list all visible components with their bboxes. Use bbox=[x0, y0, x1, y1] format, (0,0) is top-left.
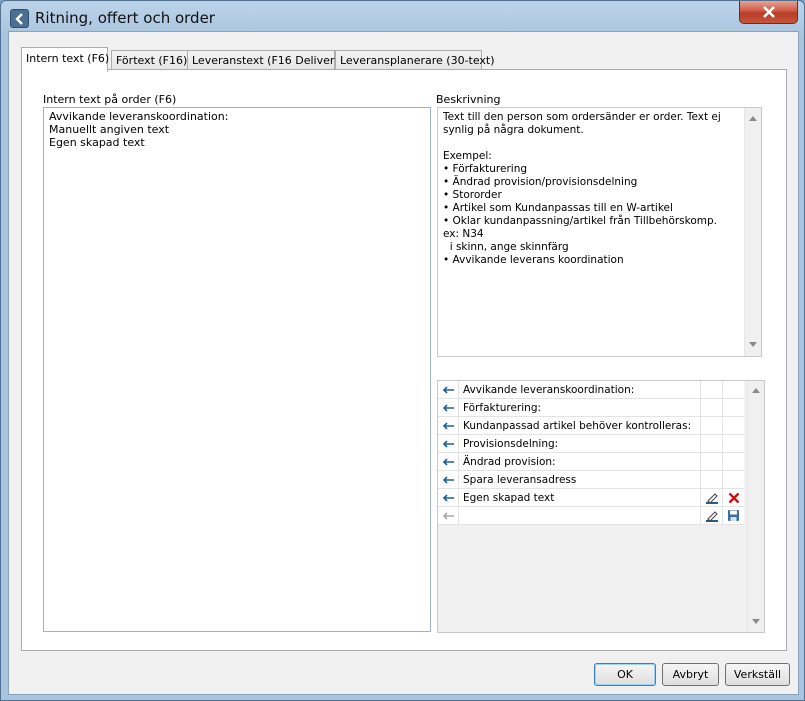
insert-arrow-icon[interactable] bbox=[438, 471, 459, 488]
internal-text-line: Avvikande leveranskoordination: bbox=[49, 110, 229, 123]
grid-cell bbox=[700, 453, 722, 470]
snippet-grid: Avvikande leveranskoordination: Förfaktu… bbox=[437, 380, 765, 633]
tab-panel-intern-text: Intern text på order (F6) Avvikande leve… bbox=[21, 69, 787, 651]
internal-text-line: Egen skapad text bbox=[49, 136, 145, 149]
grid-cell bbox=[722, 453, 744, 470]
snippet-new-row[interactable] bbox=[438, 507, 744, 525]
grid-cell bbox=[722, 399, 744, 416]
scroll-down-icon[interactable] bbox=[752, 619, 760, 624]
tab-leveranstext[interactable]: Leveranstext (F16 Delivery) bbox=[187, 50, 345, 71]
internal-text-line: Manuellt angiven text bbox=[49, 123, 170, 136]
internal-text-label: Intern text på order (F6) bbox=[43, 93, 177, 106]
description-label: Beskrivning bbox=[436, 93, 501, 106]
description-scrollbar[interactable] bbox=[744, 108, 761, 356]
snippet-text: Förfakturering: bbox=[463, 402, 542, 414]
close-button[interactable] bbox=[739, 1, 798, 24]
ok-button[interactable]: OK bbox=[594, 663, 656, 686]
apply-button[interactable]: Verkställ bbox=[725, 663, 790, 686]
snippet-row[interactable]: Kundanpassad artikel behöver kontrollera… bbox=[438, 417, 744, 435]
snippet-text: Kundanpassad artikel behöver kontrollera… bbox=[463, 420, 692, 432]
snippet-text: Spara leveransadress bbox=[463, 474, 577, 486]
snippet-row[interactable]: Spara leveransadress bbox=[438, 471, 744, 489]
save-icon[interactable] bbox=[722, 507, 744, 524]
grid-cell bbox=[700, 417, 722, 434]
window-title: Ritning, offert och order bbox=[35, 9, 215, 27]
description-box: Text till den person som ordersänder er … bbox=[437, 107, 762, 357]
grid-cell bbox=[700, 399, 722, 416]
snippet-text: Provisionsdelning: bbox=[463, 438, 559, 450]
snippet-row[interactable]: Provisionsdelning: bbox=[438, 435, 744, 453]
snippet-row[interactable]: Egen skapad text bbox=[438, 489, 744, 507]
new-snippet-input[interactable] bbox=[463, 510, 693, 522]
snippet-text: Avvikande leveranskoordination: bbox=[463, 384, 635, 396]
insert-arrow-icon[interactable] bbox=[438, 381, 459, 398]
snippet-row[interactable]: Förfakturering: bbox=[438, 399, 744, 417]
close-icon bbox=[762, 6, 775, 18]
grid-cell bbox=[722, 471, 744, 488]
insert-arrow-icon[interactable] bbox=[438, 435, 459, 452]
insert-arrow-icon[interactable] bbox=[438, 489, 459, 506]
scroll-up-icon[interactable] bbox=[749, 116, 757, 121]
insert-arrow-icon bbox=[438, 507, 459, 524]
cancel-button[interactable]: Avbryt bbox=[662, 663, 719, 686]
edit-icon[interactable] bbox=[700, 507, 722, 524]
back-arrow-app-icon bbox=[10, 9, 29, 28]
grid-cell bbox=[722, 435, 744, 452]
tab-intern-text[interactable]: Intern text (F6) bbox=[21, 47, 109, 72]
internal-text-area[interactable]: Avvikande leveranskoordination: Manuellt… bbox=[43, 107, 431, 632]
snippet-text: Egen skapad text bbox=[463, 492, 555, 504]
snippet-scrollbar[interactable] bbox=[747, 381, 764, 632]
grid-cell bbox=[700, 435, 722, 452]
grid-cell bbox=[722, 417, 744, 434]
insert-arrow-icon[interactable] bbox=[438, 399, 459, 416]
grid-cell bbox=[700, 471, 722, 488]
dialog-client-area: Intern text (F6) Förtext (F16) Leveranst… bbox=[8, 31, 799, 695]
scroll-down-icon[interactable] bbox=[749, 342, 757, 347]
snippet-row[interactable]: Avvikande leveranskoordination: bbox=[438, 381, 744, 399]
grid-cell bbox=[700, 381, 722, 398]
insert-arrow-icon[interactable] bbox=[438, 417, 459, 434]
scroll-up-icon[interactable] bbox=[752, 388, 760, 393]
snippet-row[interactable]: Ändrad provision: bbox=[438, 453, 744, 471]
tab-fortext[interactable]: Förtext (F16) bbox=[111, 50, 191, 71]
edit-icon[interactable] bbox=[700, 489, 722, 506]
grid-cell bbox=[722, 381, 744, 398]
tab-leveransplanerare[interactable]: Leveransplanerare (30-text) bbox=[335, 50, 495, 71]
insert-arrow-icon[interactable] bbox=[438, 453, 459, 470]
delete-icon[interactable] bbox=[722, 489, 744, 506]
dialog-window: Ritning, offert och order Intern text (F… bbox=[0, 0, 805, 701]
snippet-text: Ändrad provision: bbox=[463, 456, 556, 468]
description-text: Text till den person som ordersänder er … bbox=[443, 111, 721, 266]
